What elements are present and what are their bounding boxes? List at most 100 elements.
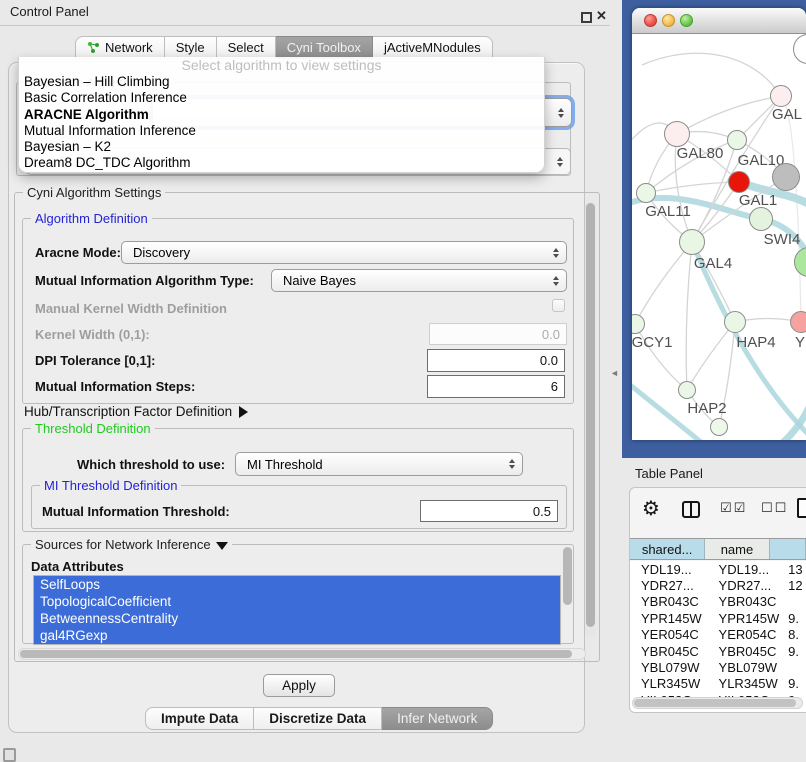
table-cell: YPR145W	[630, 611, 713, 626]
float-window-icon[interactable]	[581, 12, 592, 23]
unchecked-boxes-icon[interactable]: ☐☐	[761, 501, 788, 516]
mi-algorithm-type-value: Naive Bayes	[283, 273, 356, 288]
document-icon[interactable]	[797, 498, 806, 518]
network-icon	[87, 41, 100, 54]
dpi-tolerance-label: DPI Tolerance [0,1]:	[35, 353, 155, 368]
attributes-scrollbar[interactable]	[563, 546, 572, 612]
checked-boxes-icon[interactable]: ☑☑	[720, 501, 747, 516]
table-row[interactable]: YER054CYER054C8.	[630, 627, 806, 643]
table-row[interactable]: YBR043CYBR043C	[630, 594, 806, 610]
collapse-arrow-icon[interactable]	[216, 542, 228, 550]
column-header-shared[interactable]: shared...	[630, 539, 705, 559]
manual-kernel-width-checkbox[interactable]	[552, 299, 565, 312]
tab-jactivemnodules[interactable]: jActiveMNodules	[373, 36, 493, 59]
table-cell: YBL079W	[713, 660, 784, 675]
columns-icon[interactable]	[682, 501, 700, 518]
table-row[interactable]: YLR345WYLR345W9.	[630, 676, 806, 692]
settings-vertical-scrollbar[interactable]	[585, 201, 596, 637]
table-row[interactable]: YPR145WYPR145W9.	[630, 610, 806, 626]
node-label-hap4: HAP4	[736, 334, 775, 351]
settings-horizontal-scrollbar[interactable]	[18, 648, 586, 660]
table-header-row[interactable]: shared...name	[630, 538, 806, 560]
algorithm-dropdown-items: Bayesian – Hill ClimbingBasic Correlatio…	[19, 74, 544, 172]
algorithm-option-bayesian-k2[interactable]: Bayesian – K2	[19, 139, 544, 155]
tab-cyni-toolbox[interactable]: Cyni Toolbox	[276, 36, 373, 59]
which-threshold-combo[interactable]: MI Threshold	[235, 452, 523, 476]
network-window-titlebar[interactable]	[632, 8, 806, 34]
table-row[interactable]: YBR045CYBR045C9.	[630, 643, 806, 659]
panel-grip-icon[interactable]	[3, 748, 16, 762]
attribute-item-betweennesscentrality[interactable]: BetweennessCentrality	[34, 610, 560, 627]
node-gal11[interactable]	[636, 183, 656, 203]
mi-algorithm-type-combo[interactable]: Naive Bayes	[271, 269, 567, 292]
data-attributes-list[interactable]: SelfLoopsTopologicalCoefficientBetweenne…	[33, 575, 561, 645]
node[interactable]	[772, 163, 800, 191]
node[interactable]	[710, 418, 728, 436]
column-header-col2[interactable]	[770, 539, 806, 559]
algorithm-option-dream8-dc-tdc-algorithm[interactable]: Dream8 DC_TDC Algorithm	[19, 155, 544, 171]
node-gal4[interactable]	[679, 229, 705, 255]
control-panel-tab-bar: Network Style SelectCyni Toolbox jActiveMNo…	[75, 36, 493, 59]
table-row[interactable]: YDL19...YDL19...13	[630, 561, 806, 577]
algorithm-option-bayesian-hill-climbing[interactable]: Bayesian – Hill Climbing	[19, 74, 544, 90]
table-cell: YBR043C	[713, 594, 784, 609]
network-window[interactable]: GALGAL80GAL10GAL1GAL11SWI4GAL4GCY1HAP4YH…	[632, 8, 806, 440]
node-gal80[interactable]	[664, 121, 690, 147]
minimize-traffic-light-icon[interactable]	[662, 14, 675, 27]
table-row[interactable]: YBL079WYBL079W	[630, 659, 806, 675]
table-rows[interactable]: YDL19...YDL19...13YDR27...YDR27...12YBR0…	[630, 561, 806, 712]
node-gal1[interactable]	[728, 171, 750, 193]
node-label-swi4: SWI4	[764, 231, 801, 248]
expand-arrow-icon[interactable]	[239, 406, 248, 418]
mi-threshold-definition-title: MI Threshold Definition	[40, 478, 181, 493]
column-header-name[interactable]: name	[705, 539, 769, 559]
threshold-definition-title: Threshold Definition	[31, 421, 155, 436]
close-icon[interactable]: ✕	[596, 8, 607, 24]
node-gal[interactable]	[770, 85, 792, 107]
table-cell: YPR145W	[713, 611, 784, 626]
aracne-mode-combo[interactable]: Discovery	[121, 241, 567, 264]
node-hap4[interactable]	[724, 311, 746, 333]
zoom-traffic-light-icon[interactable]	[680, 14, 693, 27]
tab-network[interactable]: Network	[75, 36, 165, 59]
bottom-tab-discretize-data[interactable]: Discretize Data	[254, 707, 382, 730]
table-row[interactable]: YDR27...YDR27...12	[630, 577, 806, 593]
attribute-item-selfloops[interactable]: SelfLoops	[34, 576, 560, 593]
network-canvas[interactable]: GALGAL80GAL10GAL1GAL11SWI4GAL4GCY1HAP4YH…	[632, 35, 806, 440]
node-gal10[interactable]	[727, 130, 747, 150]
gear-icon[interactable]: ⚙	[642, 496, 660, 520]
table-horizontal-scrollbar[interactable]	[632, 697, 803, 709]
node-label-gal80: GAL80	[677, 145, 724, 162]
table-cell: YDL19...	[630, 562, 713, 577]
dpi-tolerance-field[interactable]: 0.0	[427, 349, 565, 372]
mi-steps-field[interactable]: 6	[427, 375, 565, 398]
node-label-gal: GAL	[772, 106, 802, 123]
attribute-item-gal4rgexp[interactable]: gal4RGexp	[34, 627, 560, 644]
table-cell: YBL079W	[630, 660, 713, 675]
node-hap2[interactable]	[678, 381, 696, 399]
close-traffic-light-icon[interactable]	[644, 14, 657, 27]
algorithm-option-aracne-algorithm[interactable]: ARACNE Algorithm	[19, 107, 544, 123]
table-cell: YBR045C	[630, 644, 713, 659]
tab-select[interactable]: Select	[217, 36, 276, 59]
algorithm-dropdown-list[interactable]: Select algorithm to view settings Bayesi…	[18, 57, 545, 173]
node-swi4[interactable]	[749, 207, 773, 231]
table-cell: YDL19...	[713, 562, 784, 577]
tab-label: jActiveMNodules	[384, 40, 481, 55]
node-y[interactable]	[790, 311, 806, 333]
mi-threshold-label: Mutual Information Threshold:	[42, 504, 230, 519]
hub-definition-section[interactable]: Hub/Transcription Factor Definition	[24, 404, 248, 419]
bottom-tab-infer-network[interactable]: Infer Network	[382, 707, 493, 730]
table-panel-title: Table Panel	[635, 466, 703, 481]
tab-label: Style	[176, 40, 205, 55]
collapse-divider-icon[interactable]: ◄	[610, 368, 619, 378]
algorithm-option-basic-correlation-inference[interactable]: Basic Correlation Inference	[19, 90, 544, 106]
mi-threshold-field[interactable]: 0.5	[420, 500, 558, 522]
node-label-gal4: GAL4	[694, 255, 732, 272]
apply-button[interactable]: Apply	[263, 674, 335, 697]
tab-style[interactable]: Style	[165, 36, 217, 59]
algorithm-option-mutual-information-inference[interactable]: Mutual Information Inference	[19, 123, 544, 139]
bottom-tab-impute-data[interactable]: Impute Data	[145, 707, 254, 730]
combo-stepper-icon	[509, 459, 515, 469]
attribute-item-topologicalcoefficient[interactable]: TopologicalCoefficient	[34, 593, 560, 610]
